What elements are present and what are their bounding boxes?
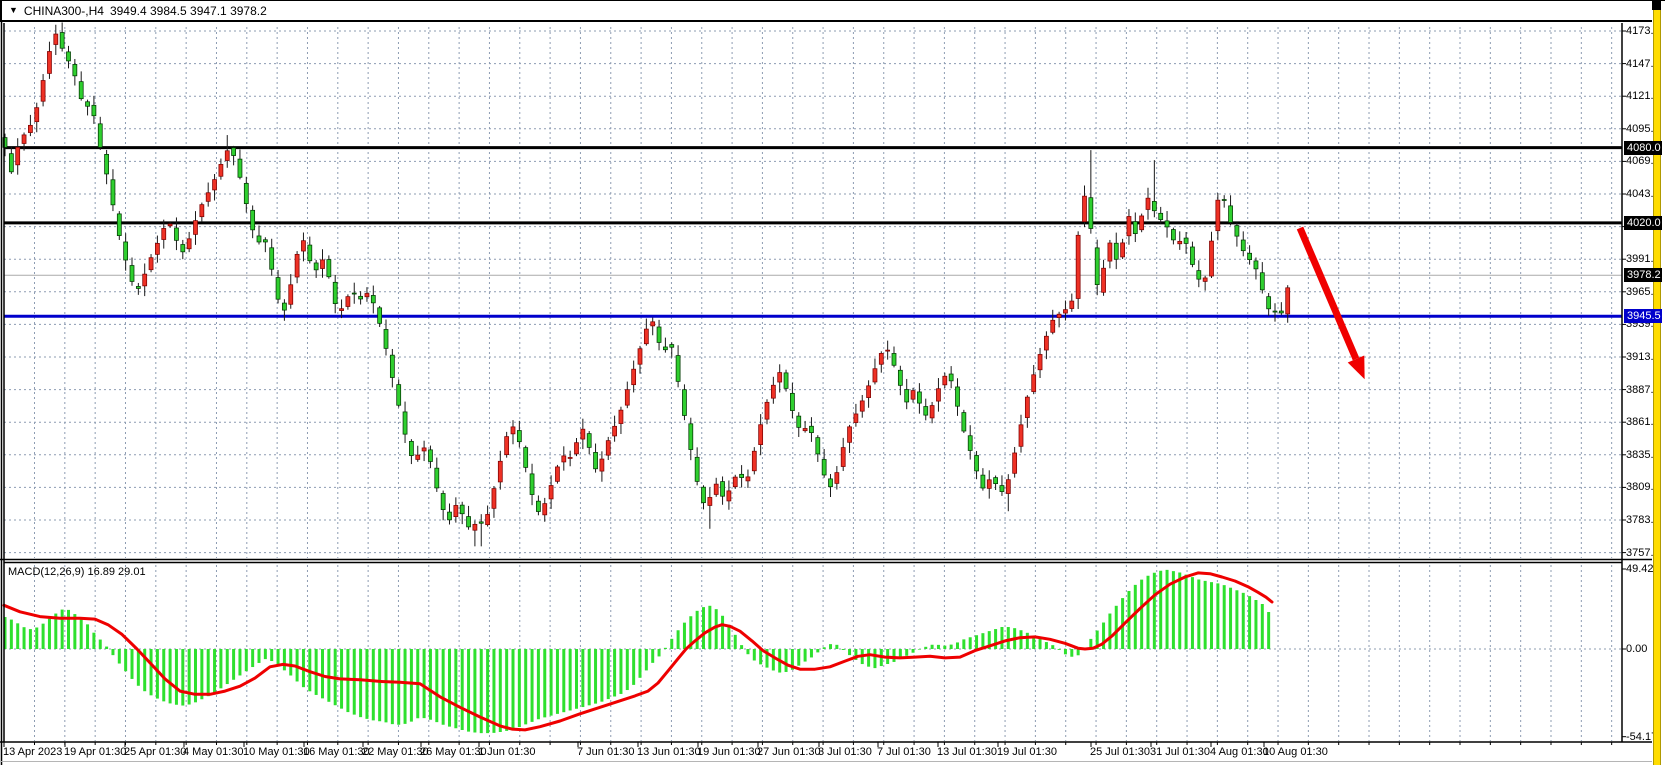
time-tick-label: 22 May 01:30 <box>362 746 429 758</box>
symbol-period-label: CHINA300-,H4 <box>24 4 104 18</box>
time-tick-label: 13 Jun 01:30 <box>637 746 701 758</box>
time-tick-label: 27 Jun 01:30 <box>757 746 821 758</box>
time-tick-label: 26 May 01:30 <box>420 746 487 758</box>
time-tick-label: 31 Jul 01:30 <box>1150 746 1210 758</box>
candlesticks <box>3 22 1290 546</box>
chart-canvas[interactable] <box>0 1 1665 765</box>
window-edge-cap <box>1652 1 1661 10</box>
time-tick-label: 10 Aug 01:30 <box>1263 746 1328 758</box>
macd-tick-label: 0.00 <box>1626 643 1647 655</box>
time-tick-label: 7 Jun 01:30 <box>577 746 635 758</box>
time-tick-label: 4 May 01:30 <box>183 746 244 758</box>
macd-tick-label: 49.42 <box>1626 563 1654 575</box>
macd-indicator-label: MACD(12,26,9) 16.89 29.01 <box>8 566 146 578</box>
time-tick-label: 25 Jul 01:30 <box>1090 746 1150 758</box>
time-tick-label: 19 Jul 01:30 <box>997 746 1057 758</box>
price-label-3978.2: 3978.2 <box>1624 268 1662 282</box>
time-tick-label: 19 Jun 01:30 <box>697 746 761 758</box>
price-label-4020.0: 4020.0 <box>1624 216 1662 230</box>
price-label-4080.0: 4080.0 <box>1624 141 1662 155</box>
window-edge-strip <box>1653 1 1661 765</box>
time-tick-label: 4 Aug 01:30 <box>1210 746 1269 758</box>
time-tick-label: 1 Jun 01:30 <box>478 746 536 758</box>
time-tick-label: 13 Jul 01:30 <box>937 746 997 758</box>
time-tick-label: 19 Apr 01:30 <box>64 746 126 758</box>
chart-window: ▼ CHINA300-,H4 3949.4 3984.5 3947.1 3978… <box>0 0 1665 765</box>
ohlc-readout: 3949.4 3984.5 3947.1 3978.2 <box>110 4 267 18</box>
time-tick-label: 25 Apr 01:30 <box>124 746 186 758</box>
time-tick-label: 3 Jul 01:30 <box>818 746 872 758</box>
chart-title-bar: ▼ CHINA300-,H4 3949.4 3984.5 3947.1 3978… <box>0 1 1652 22</box>
time-tick-label: 16 May 01:30 <box>303 746 370 758</box>
macd-histogram <box>5 570 1269 733</box>
price-label-3945.5: 3945.5 <box>1624 309 1662 323</box>
bottom-divider <box>0 761 1652 762</box>
time-tick-label: 10 May 01:30 <box>243 746 310 758</box>
symbol-dropdown-icon[interactable]: ▼ <box>9 6 18 15</box>
time-tick-label: 13 Apr 2023 <box>3 746 62 758</box>
gridlines <box>4 27 1622 741</box>
time-tick-label: 7 Jul 01:30 <box>877 746 931 758</box>
